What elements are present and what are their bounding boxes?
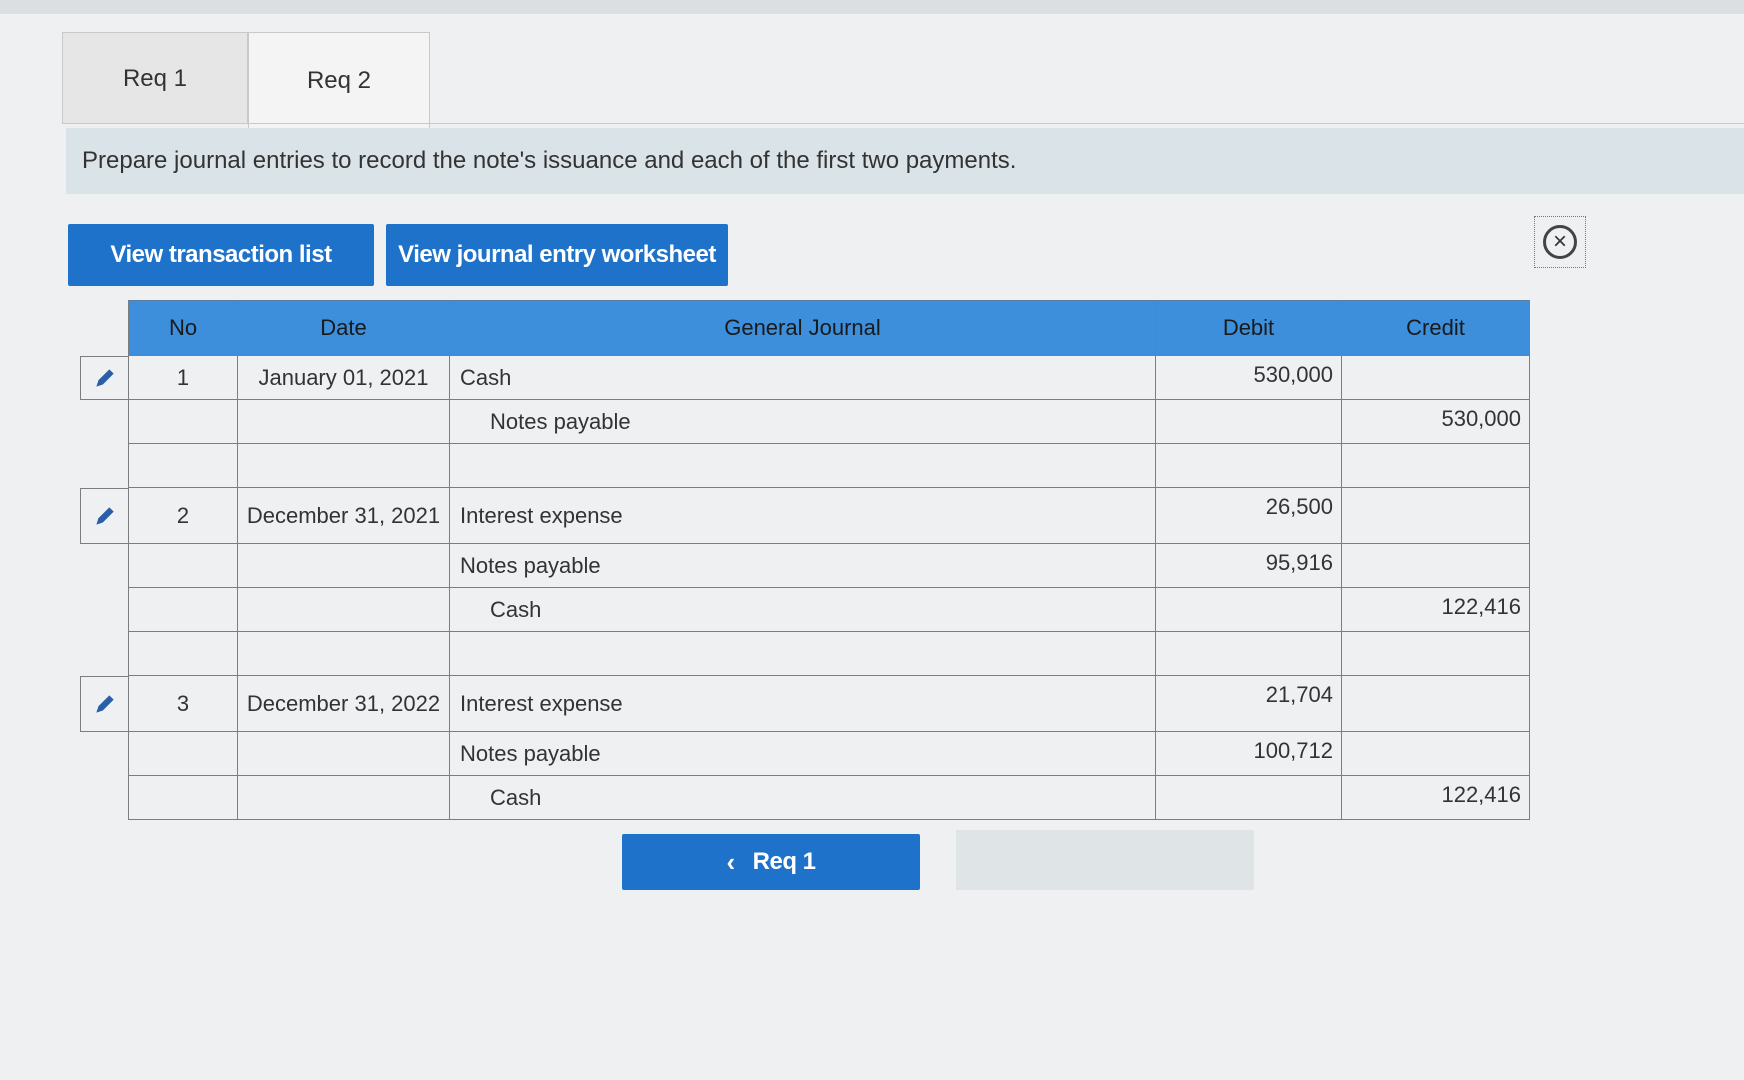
edit-placeholder (80, 544, 128, 588)
row-credit (1342, 676, 1530, 732)
row-account: Cash (450, 776, 1156, 820)
row-debit (1156, 400, 1342, 444)
header-credit: Credit (1342, 300, 1530, 356)
edit-placeholder (80, 776, 128, 820)
row-credit (1342, 444, 1530, 488)
row-debit (1156, 444, 1342, 488)
close-circle-icon: × (1543, 225, 1577, 259)
header-date: Date (238, 300, 450, 356)
row-credit (1342, 732, 1530, 776)
view-journal-entry-worksheet-button[interactable]: View journal entry worksheet (386, 224, 728, 286)
row-debit: 21,704 (1156, 676, 1342, 732)
row-credit: 530,000 (1342, 400, 1530, 444)
row-no: 3 (128, 676, 238, 732)
row-no (128, 588, 238, 632)
row-debit (1156, 776, 1342, 820)
tab-req-2-label: Req 2 (306, 66, 372, 94)
row-credit (1342, 356, 1530, 400)
row-credit (1342, 488, 1530, 544)
row-credit (1342, 544, 1530, 588)
edit-placeholder (80, 588, 128, 632)
row-account: Cash (450, 588, 1156, 632)
tab-req-2[interactable]: Req 2 (248, 32, 430, 128)
edit-placeholder (80, 732, 128, 776)
row-date (238, 732, 450, 776)
row-no (128, 544, 238, 588)
row-no: 2 (128, 488, 238, 544)
pencil-icon (95, 695, 114, 713)
instruction-banner: Prepare journal entries to record the no… (66, 128, 1744, 194)
row-account: Notes payable (450, 544, 1156, 588)
close-button[interactable]: × (1534, 216, 1586, 268)
row-debit (1156, 588, 1342, 632)
edit-placeholder (80, 444, 128, 488)
prev-req-1-label: Req 1 (752, 848, 816, 875)
row-debit: 100,712 (1156, 732, 1342, 776)
row-no (128, 444, 238, 488)
row-date (238, 400, 450, 444)
row-account (450, 444, 1156, 488)
tab-divider (62, 123, 1744, 124)
instruction-text: Prepare journal entries to record the no… (82, 147, 1017, 174)
row-date (238, 632, 450, 676)
pencil-icon (95, 507, 114, 525)
chevron-left-icon: ‹ (726, 846, 735, 877)
row-account (450, 632, 1156, 676)
row-date (238, 544, 450, 588)
edit-entry-3-button[interactable] (80, 676, 128, 732)
row-account: Notes payable (450, 400, 1156, 444)
row-no (128, 732, 238, 776)
header-general-journal: General Journal (450, 300, 1156, 356)
row-credit: 122,416 (1342, 776, 1530, 820)
tab-req-1[interactable]: Req 1 (62, 32, 248, 124)
row-credit: 122,416 (1342, 588, 1530, 632)
row-account: Interest expense (450, 676, 1156, 732)
row-date (238, 588, 450, 632)
header-debit: Debit (1156, 300, 1342, 356)
row-no (128, 776, 238, 820)
row-debit (1156, 632, 1342, 676)
top-strip (0, 0, 1744, 14)
row-debit: 530,000 (1156, 356, 1342, 400)
edit-entry-2-button[interactable] (80, 488, 128, 544)
prev-req-1-button[interactable]: ‹ Req 1 (622, 834, 920, 890)
next-button-disabled (956, 830, 1254, 890)
row-credit (1342, 632, 1530, 676)
row-date: December 31, 2021 (238, 488, 450, 544)
row-account: Cash (450, 356, 1156, 400)
edit-placeholder (80, 632, 128, 676)
edit-placeholder (80, 400, 128, 444)
row-account: Interest expense (450, 488, 1156, 544)
view-transaction-list-button[interactable]: View transaction list (68, 224, 374, 286)
edit-entry-1-button[interactable] (80, 356, 128, 400)
row-debit: 26,500 (1156, 488, 1342, 544)
row-no: 1 (128, 356, 238, 400)
row-date (238, 444, 450, 488)
row-date: January 01, 2021 (238, 356, 450, 400)
row-no (128, 400, 238, 444)
row-account: Notes payable (450, 732, 1156, 776)
row-debit: 95,916 (1156, 544, 1342, 588)
header-no: No (128, 300, 238, 356)
row-no (128, 632, 238, 676)
pencil-icon (95, 369, 114, 387)
row-date: December 31, 2022 (238, 676, 450, 732)
row-date (238, 776, 450, 820)
tab-req-1-label: Req 1 (122, 64, 188, 92)
